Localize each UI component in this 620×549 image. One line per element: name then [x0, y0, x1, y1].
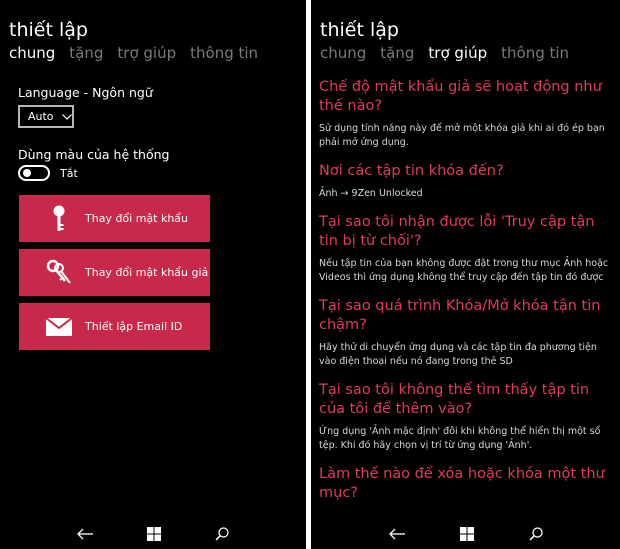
faq-question: Nơi các tập tin khóa đến? — [319, 163, 504, 179]
faq-answer: Ứng dụng 'Ảnh mặc định' đôi khi không th… — [319, 426, 601, 451]
windows-icon[interactable] — [459, 527, 474, 541]
faq-answer: Hãy thử di chuyển ứng dụng và các tập ti… — [319, 342, 597, 367]
change-password-button[interactable]: Thay đổi mật khẩu — [19, 195, 210, 242]
faq-answer: Sử dụng tính năng này để mở một khóa giả… — [319, 123, 605, 148]
toggle-knob — [23, 169, 31, 177]
language-value: Auto — [28, 110, 54, 123]
faq-question: Tại sao quá trình Khóa/Mở khóa tận tin c… — [319, 298, 601, 333]
system-color-label: Dùng màu của hệ thống — [18, 147, 170, 162]
system-color-toggle-row: Tắt — [18, 165, 78, 181]
pivot-tabs: chung tặng trợ giúp thông tin — [320, 44, 569, 62]
tab-info[interactable]: thông tin — [501, 44, 569, 62]
faq-question: Tại sao tôi nhận được lỗi 'Truy cập tận … — [319, 214, 595, 249]
faq-question: Chế độ mật khẩu giả sẽ hoạt động như thế… — [319, 79, 602, 114]
system-nav-bar — [311, 519, 620, 549]
pivot-tabs: chung tặng trợ giúp thông tin — [9, 44, 258, 62]
faq-answer: Ảnh → 9Zen Unlocked — [319, 188, 423, 199]
keys-icon — [39, 259, 79, 287]
tab-donate[interactable]: tặng — [380, 44, 414, 62]
back-icon[interactable] — [388, 528, 405, 540]
setup-email-button[interactable]: Thiết lập Email ID — [19, 303, 210, 350]
faq-answer: Nếu tập tin của bạn không được đặt trong… — [319, 258, 609, 283]
setup-email-label: Thiết lập Email ID — [85, 320, 183, 333]
change-fake-password-button[interactable]: Thay đổi mật khẩu giả — [19, 249, 210, 296]
envelope-icon — [39, 317, 79, 336]
back-icon[interactable] — [77, 528, 93, 540]
search-icon[interactable] — [528, 527, 543, 541]
change-fake-password-label: Thay đổi mật khẩu giả — [85, 266, 209, 279]
key-icon — [39, 205, 79, 233]
search-icon[interactable] — [215, 527, 229, 541]
tab-general[interactable]: chung — [320, 44, 366, 62]
page-title: thiết lập — [9, 19, 88, 41]
language-combobox[interactable]: Auto — [18, 105, 74, 128]
system-color-toggle[interactable] — [18, 165, 50, 181]
toggle-state-label: Tắt — [60, 166, 78, 180]
change-password-label: Thay đổi mật khẩu — [85, 212, 189, 225]
faq-question: Tại sao tôi không thể tìm thấy tập tin c… — [319, 382, 590, 417]
faq-list: Chế độ mật khẩu giả sẽ hoạt động như thế… — [319, 78, 615, 503]
faq-question: Làm thế nào để xóa hoặc khóa một thư mục… — [319, 466, 605, 501]
windows-icon[interactable] — [147, 527, 161, 541]
tab-donate[interactable]: tặng — [69, 44, 103, 62]
settings-general-screen: thiết lập chung tặng trợ giúp thông tin … — [0, 0, 306, 549]
page-title: thiết lập — [320, 19, 399, 41]
tab-info[interactable]: thông tin — [190, 44, 258, 62]
chevron-down-icon — [61, 113, 72, 120]
language-label: Language - Ngôn ngữ — [18, 85, 153, 100]
settings-help-screen: thiết lập chung tặng trợ giúp thông tin … — [311, 0, 620, 549]
tab-general[interactable]: chung — [9, 44, 55, 62]
tab-help[interactable]: trợ giúp — [428, 44, 487, 62]
tab-help[interactable]: trợ giúp — [117, 44, 176, 62]
system-nav-bar — [0, 519, 306, 549]
